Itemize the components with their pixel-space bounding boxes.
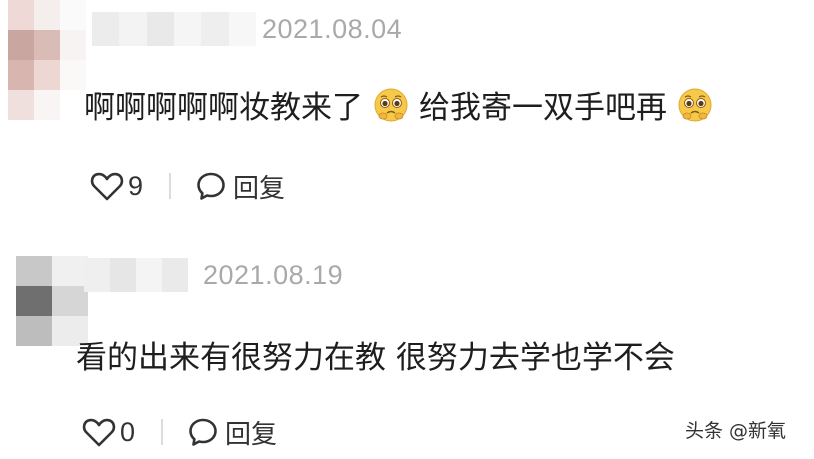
reply-label: 回复 — [233, 173, 286, 204]
comment-text-part: 看的出来有很努力在教 很努力去学也学不会 — [76, 340, 675, 376]
comment-text-part: 啊啊啊啊啊妆教来了 — [84, 90, 363, 126]
reply-button[interactable]: 回复 — [187, 414, 277, 451]
comment-text: 啊啊啊啊啊妆教来了 给我寄一双手吧再 — [84, 82, 723, 127]
comment-actions: 9 回复 — [90, 166, 285, 206]
watermark: 头条 @新氧 — [684, 420, 786, 442]
comment-actions: 0 回复 — [82, 412, 277, 452]
comment-timestamp: 2021.08.19 — [203, 260, 344, 290]
heart-icon[interactable] — [90, 171, 124, 201]
like-count: 0 — [120, 416, 136, 447]
comment-item: 2021.08.04 啊啊啊啊啊妆教来了 给我寄一双手吧再 9 回复 — [0, 0, 814, 220]
action-divider — [161, 419, 164, 445]
like-count: 9 — [128, 170, 144, 201]
heart-icon[interactable] — [82, 417, 116, 447]
like-button[interactable]: 0 — [82, 417, 135, 448]
reply-label: 回复 — [225, 419, 278, 450]
username-censored[interactable] — [92, 12, 256, 46]
pleading-face-emoji — [373, 87, 409, 123]
like-button[interactable]: 9 — [90, 171, 143, 202]
comment-bubble-icon[interactable] — [195, 170, 227, 202]
comment-bubble-icon[interactable] — [187, 416, 219, 448]
avatar[interactable] — [8, 0, 86, 120]
comment-timestamp: 2021.08.04 — [262, 14, 403, 44]
action-divider — [169, 173, 172, 199]
username-censored[interactable] — [84, 258, 188, 292]
reply-button[interactable]: 回复 — [195, 168, 285, 205]
comment-text-part: 给我寄一双手吧再 — [419, 90, 667, 126]
comment-text: 看的出来有很努力在教 很努力去学也学不会 — [76, 332, 675, 377]
pleading-face-emoji — [677, 87, 713, 123]
